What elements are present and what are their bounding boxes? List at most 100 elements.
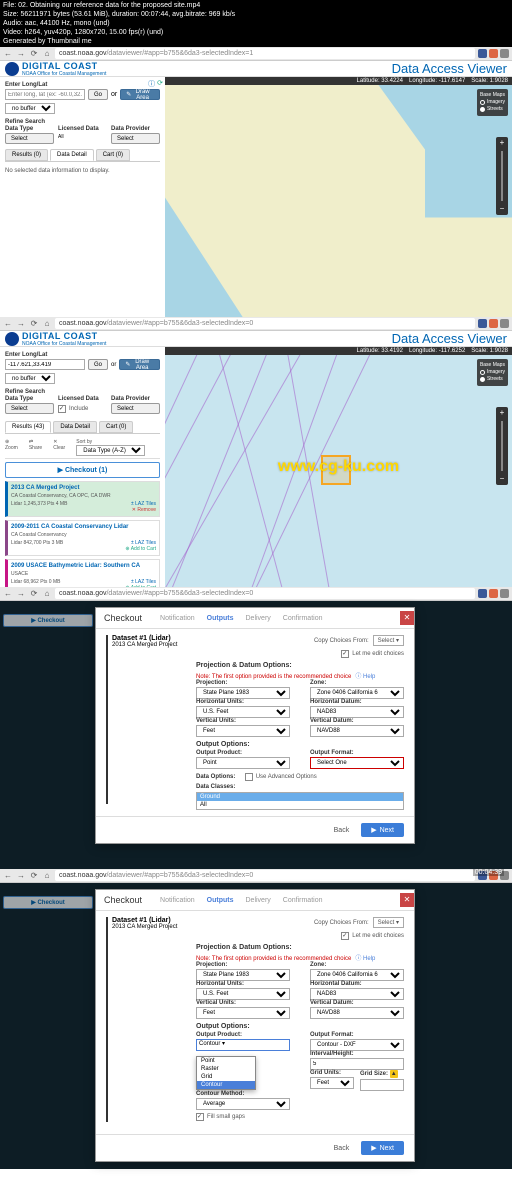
menu-icon[interactable]: [500, 589, 509, 598]
home-button[interactable]: ⌂: [42, 589, 52, 599]
home-button[interactable]: ⌂: [42, 319, 52, 329]
tab-confirmation[interactable]: Confirmation: [283, 897, 323, 904]
streets-radio[interactable]: Streets: [480, 376, 505, 382]
contour-method-select[interactable]: Average: [196, 1098, 290, 1110]
reload-button[interactable]: ⟳: [29, 871, 39, 881]
ext-icon[interactable]: [489, 319, 498, 328]
tab-results[interactable]: Results (0): [5, 149, 48, 161]
forward-button[interactable]: →: [16, 871, 26, 881]
ext-icon[interactable]: [489, 49, 498, 58]
class-all[interactable]: All: [197, 801, 403, 809]
output-product-select[interactable]: Point: [196, 757, 290, 769]
close-button[interactable]: ✕: [400, 611, 414, 625]
ext-icon[interactable]: [478, 589, 487, 598]
back-button[interactable]: Back: [328, 1142, 356, 1155]
edit-choices-checkbox[interactable]: [341, 650, 349, 658]
next-button[interactable]: ▶ Next: [361, 1141, 404, 1155]
close-button[interactable]: ✕: [400, 893, 414, 907]
remove-button[interactable]: ✕ Remove: [132, 507, 156, 513]
draw-area-button[interactable]: ✎ Draw Area: [120, 89, 160, 100]
zoom-in-button[interactable]: +: [496, 407, 508, 419]
go-button[interactable]: Go: [88, 359, 108, 370]
result-card[interactable]: 2013 CA Merged Project CA Coastal Conser…: [5, 481, 160, 517]
next-button[interactable]: ▶ Next: [361, 823, 404, 837]
dd-contour[interactable]: Contour: [197, 1081, 255, 1089]
tab-confirmation[interactable]: Confirmation: [283, 615, 323, 622]
url-bar[interactable]: coast.noaa.gov/dataviewer/#app=b755&6da3…: [55, 48, 475, 59]
url-bar[interactable]: coast.noaa.gov/dataviewer/#app=b755&6da3…: [55, 588, 475, 599]
fill-gaps-checkbox[interactable]: [196, 1113, 204, 1121]
datatype-select[interactable]: Select: [5, 133, 54, 144]
projection-select[interactable]: State Plane 1983: [196, 969, 290, 981]
hunits-select[interactable]: U.S. Feet: [196, 706, 290, 718]
zoom-slider[interactable]: [501, 151, 503, 201]
zoom-out-button[interactable]: −: [496, 473, 508, 485]
reload-button[interactable]: ⟳: [29, 319, 39, 329]
copy-choices-select[interactable]: Select ▾: [373, 635, 404, 646]
zone-select[interactable]: Zone 0406 California 6: [310, 687, 404, 699]
tab-cart[interactable]: Cart (0): [99, 421, 133, 433]
forward-button[interactable]: →: [16, 49, 26, 59]
logo[interactable]: DIGITAL COAST NOAA Office for Coastal Ma…: [5, 61, 106, 77]
vdatum-select[interactable]: NAVD88: [310, 1007, 404, 1019]
provider-select[interactable]: Select: [111, 403, 160, 414]
forward-button[interactable]: →: [16, 589, 26, 599]
share-tool[interactable]: ⇄ Share: [29, 439, 47, 456]
longlat-input[interactable]: [5, 359, 85, 370]
forward-button[interactable]: →: [16, 319, 26, 329]
add-to-cart-button[interactable]: ⊕ Add to Cart: [125, 546, 156, 552]
longlat-input[interactable]: [5, 89, 85, 100]
hdatum-select[interactable]: NAD83: [310, 706, 404, 718]
vunits-select[interactable]: Feet: [196, 725, 290, 737]
draw-area-button[interactable]: ✎ Draw Area: [119, 359, 160, 370]
back-button[interactable]: Back: [328, 824, 356, 837]
tab-delivery[interactable]: Delivery: [246, 615, 271, 622]
grid-size-input[interactable]: [360, 1079, 404, 1091]
datatype-select[interactable]: Select: [5, 403, 54, 414]
zoom-in-button[interactable]: +: [496, 137, 508, 149]
tab-notification[interactable]: Notification: [160, 897, 195, 904]
tab-results[interactable]: Results (43): [5, 421, 51, 433]
licensed-checkbox[interactable]: [58, 405, 66, 413]
imagery-radio[interactable]: Imagery: [480, 369, 505, 375]
home-button[interactable]: ⌂: [42, 49, 52, 59]
vdatum-select[interactable]: NAVD88: [310, 725, 404, 737]
dd-point[interactable]: Point: [197, 1057, 255, 1065]
refresh-icon[interactable]: ⟳: [157, 79, 163, 89]
info-icon[interactable]: ⓘ: [148, 79, 155, 89]
tab-notification[interactable]: Notification: [160, 615, 195, 622]
tab-outputs[interactable]: Outputs: [207, 897, 234, 904]
menu-icon[interactable]: [500, 319, 509, 328]
reload-button[interactable]: ⟳: [29, 49, 39, 59]
checkout-button[interactable]: ▶ Checkout (1): [5, 462, 160, 478]
vunits-select[interactable]: Feet: [196, 1007, 290, 1019]
map[interactable]: Latitude: 33.4192 Longitude: -117.6252 S…: [165, 347, 512, 587]
tab-outputs[interactable]: Outputs: [207, 615, 234, 622]
buffer-select[interactable]: no buffer: [5, 373, 55, 384]
hdatum-select[interactable]: NAD83: [310, 988, 404, 1000]
output-format-select[interactable]: Contour - DXF: [310, 1039, 404, 1051]
advanced-checkbox[interactable]: [245, 773, 253, 781]
back-button[interactable]: ←: [3, 589, 13, 599]
provider-select[interactable]: Select: [111, 133, 160, 144]
back-button[interactable]: ←: [3, 319, 13, 329]
projection-select[interactable]: State Plane 1983: [196, 687, 290, 699]
class-ground[interactable]: Ground: [197, 793, 403, 801]
go-button[interactable]: Go: [88, 89, 108, 100]
clear-tool[interactable]: ✕ Clear: [53, 439, 70, 456]
grid-units-select[interactable]: Feet: [310, 1077, 354, 1089]
tab-delivery[interactable]: Delivery: [246, 897, 271, 904]
back-button[interactable]: ←: [3, 49, 13, 59]
sort-select[interactable]: Data Type (A-Z): [76, 445, 145, 456]
ext-icon[interactable]: [478, 319, 487, 328]
url-bar[interactable]: coast.noaa.gov/dataviewer/#app=b755&6da3…: [55, 870, 475, 881]
map[interactable]: Latitude: 33.4224 Longitude: -117.6147 S…: [165, 77, 512, 317]
logo[interactable]: DIGITAL COASTNOAA Office for Coastal Man…: [5, 331, 106, 347]
dd-raster[interactable]: Raster: [197, 1065, 255, 1073]
back-button[interactable]: ←: [3, 871, 13, 881]
ext-icon[interactable]: [478, 49, 487, 58]
dd-grid[interactable]: Grid: [197, 1073, 255, 1081]
hunits-select[interactable]: U.S. Feet: [196, 988, 290, 1000]
tab-detail[interactable]: Data Detail: [50, 149, 94, 161]
buffer-select[interactable]: no buffer: [5, 103, 55, 114]
